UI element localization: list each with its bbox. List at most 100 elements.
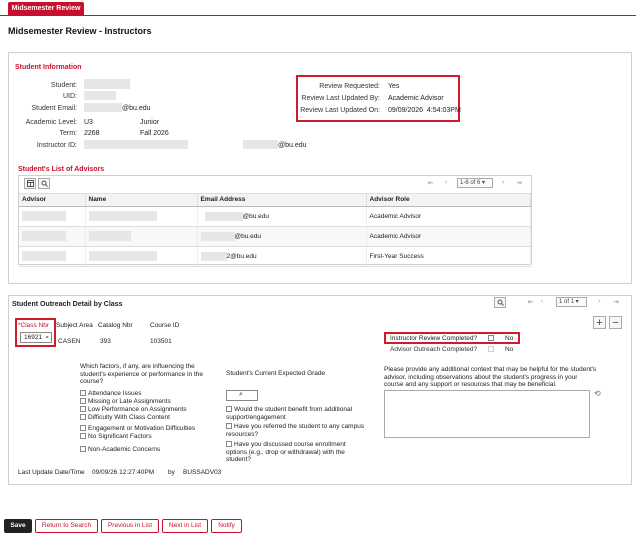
grid-last-icon[interactable]: ⇥ [516,179,522,187]
advisor-outreach-checkbox [488,346,494,352]
next-in-list-button[interactable]: Next in List [162,519,208,533]
outreach-prev-icon[interactable]: ‹ [541,298,543,305]
discussed-question[interactable]: Have you discussed course enrollment opt… [226,441,366,464]
academic-level-desc: Junior [140,119,160,126]
student-email-label: Student Email: [31,105,77,112]
academic-level-label: Academic Level: [25,119,77,126]
grid-search-icon[interactable] [38,178,50,189]
factor-item[interactable]: Low Performance on Assignments [80,406,187,413]
advisor-name-redacted [88,251,157,261]
advisor-id-redacted [22,231,66,241]
grid-next-icon[interactable]: › [502,179,504,186]
advisors-title: Student's List of Advisors [18,166,105,173]
outreach-title: Student Outreach Detail by Class [12,301,123,308]
discussed-checkbox[interactable] [226,441,232,448]
table-row: 2@bu.edu First-Year Success [19,246,531,267]
catalog-nbr-label: Catalog Nbr [98,322,133,329]
table-row: @bu.edu Academic Advisor [19,226,531,247]
tab-midsemester-review[interactable]: Midsemester Review [8,2,84,16]
grid-prev-icon[interactable]: ‹ [445,179,447,186]
expected-grade-label: Student's Current Expected Grade [226,370,326,377]
advisors-toolbar [19,176,531,194]
discussed-label: Have you discussed course enrollment opt… [226,441,346,463]
factor-checkbox[interactable] [80,425,86,432]
last-updated-on-label: Review Last Updated On: [300,107,380,114]
factor-checkbox[interactable] [80,406,86,413]
advisors-table: Advisor Name Email Address Advisor Role … [19,194,531,267]
student-email-redacted [84,103,122,112]
advisor-role: First-Year Success [366,246,531,267]
course-id-value: 103501 [150,338,172,345]
factor-checkbox[interactable] [80,446,86,453]
advisor-email-suffix: @bu.edu [234,232,261,240]
expected-grade-lookup-icon[interactable]: ⌕ [239,391,243,399]
instructor-email-redacted [243,140,278,149]
advisor-id-redacted [22,211,66,221]
tab-underline [0,15,636,16]
factor-label: Non-Academic Concerns [88,446,161,453]
instructor-review-value: No [505,335,514,342]
advisors-pager-select[interactable]: 1-6 of 6 ▾ [457,178,493,188]
factor-checkbox[interactable] [80,398,86,405]
save-button[interactable]: Save [4,519,32,533]
factor-label: Attendance Issues [88,390,142,397]
outreach-next-icon[interactable]: › [598,298,600,305]
advisors-table-wrap: Advisor Name Email Address Advisor Role … [19,194,531,267]
context-textarea[interactable] [384,390,590,438]
factor-checkbox[interactable] [80,390,86,397]
uid-label: UID: [63,93,77,100]
col-advisor: Advisor [19,194,86,207]
uid-redacted [84,91,116,100]
term-desc: Fall 2026 [140,130,169,137]
grid-personalize-icon[interactable] [24,178,36,189]
context-prompt: Please provide any additional context th… [384,366,597,388]
advisors-pager-text: 1-6 of 6 [460,180,481,186]
add-row-icon[interactable]: + [593,316,606,329]
class-nbr-lookup-icon[interactable]: ⌕ [45,333,49,342]
advisor-email-redacted [204,211,243,221]
advisor-name-redacted [88,211,157,221]
col-name: Name [85,194,198,207]
class-nbr-value: 16921 [24,334,43,341]
return-to-search-button[interactable]: Return to Search [35,519,98,533]
factor-checkbox[interactable] [80,414,86,421]
outreach-last-icon[interactable]: ⇥ [613,298,619,306]
support-checkbox[interactable] [226,406,232,413]
instructor-review-checkbox[interactable] [488,335,494,341]
factor-item[interactable]: Engagement or Motivation Difficulties [80,425,195,432]
notify-button[interactable]: Notify [211,519,242,533]
factor-item[interactable]: Attendance Issues [80,390,141,397]
outreach-first-icon[interactable]: ⇤ [528,298,534,306]
advisor-role: Academic Advisor [366,226,531,247]
factor-item[interactable]: No Significant Factors [80,433,152,440]
expected-grade-field[interactable]: ⌕ [226,390,258,401]
table-row: @bu.edu Academic Advisor [19,206,531,227]
outreach-pager-select[interactable]: 1 of 1 ▾ [556,297,587,307]
referred-question[interactable]: Have you referred the student to any cam… [226,423,366,438]
instructor-id-label: Instructor ID: [36,142,77,149]
factor-checkbox[interactable] [80,433,86,440]
advisor-email-suffix: @bu.edu [242,212,269,220]
previous-in-list-button[interactable]: Previous in List [101,519,159,533]
support-question[interactable]: Would the student benefit from additiona… [226,406,366,421]
delete-row-icon[interactable]: − [609,316,622,329]
factor-label: No Significant Factors [88,433,152,440]
student-label: Student: [50,82,77,89]
grid-first-icon[interactable]: ⇤ [428,179,434,187]
referred-checkbox[interactable] [226,423,232,430]
factor-item[interactable]: Missing or Late Assignments [80,398,171,405]
term-code: 2268 [84,130,100,137]
last-update-label: Last Update Date/Time [18,469,85,476]
subject-area-value: CASEN [58,338,81,345]
factor-label: Missing or Late Assignments [88,398,171,405]
student-name-redacted [84,79,130,89]
factor-item[interactable]: Difficulty With Class Content [80,414,170,421]
student-email-suffix: @bu.edu [122,105,151,112]
factor-item[interactable]: Non-Academic Concerns [80,446,160,453]
class-nbr-field[interactable]: 16921 ⌕ [20,332,52,343]
last-updated-by-label: Review Last Updated By: [301,95,380,102]
spellcheck-icon[interactable]: ⟲ [594,389,601,398]
outreach-search-icon[interactable] [494,297,506,308]
by-value: BUSSADV03 [183,469,222,476]
last-updated-on-value: 09/09/2026 4:54:03PM [388,107,461,114]
